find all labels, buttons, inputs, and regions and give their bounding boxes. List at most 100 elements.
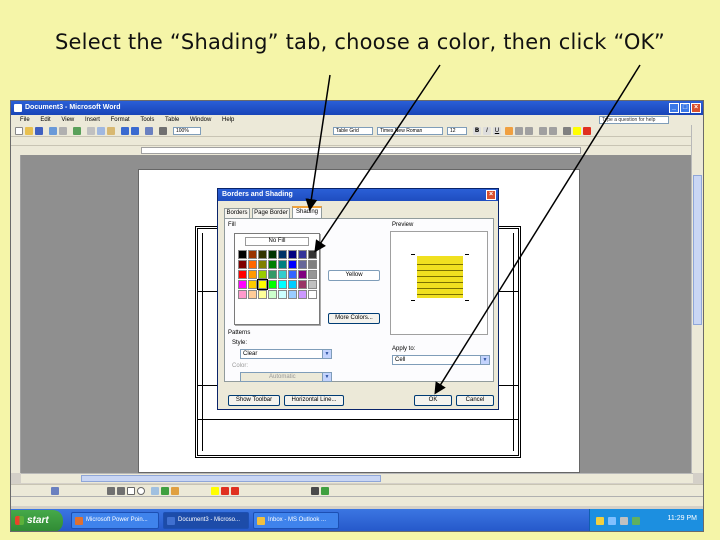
color-swatch[interactable] (308, 260, 317, 269)
save-icon[interactable] (35, 127, 43, 135)
italic-icon[interactable]: I (483, 127, 491, 135)
align-left-icon[interactable] (505, 127, 513, 135)
pattern-style-select[interactable]: Clear ▼ (240, 349, 332, 359)
font-size-select[interactable]: 12 (447, 127, 467, 135)
close-icon[interactable]: × (691, 103, 701, 113)
chevron-down-icon[interactable]: ▼ (480, 356, 489, 364)
color-swatch[interactable] (238, 250, 247, 259)
font-select[interactable]: Times New Roman (377, 127, 443, 135)
tab-page-border[interactable]: Page Border (252, 208, 290, 218)
color-swatch[interactable] (278, 260, 287, 269)
taskbar-item-powerpoint[interactable]: Microsoft Power Poin... (71, 512, 159, 529)
menu-insert[interactable]: Insert (85, 117, 100, 123)
tab-borders[interactable]: Borders (224, 208, 250, 218)
color-swatch[interactable] (248, 280, 257, 289)
color-swatch[interactable] (268, 260, 277, 269)
autoshapes-icon[interactable] (51, 487, 59, 495)
print-icon[interactable] (49, 127, 57, 135)
color-swatch[interactable] (278, 270, 287, 279)
color-swatch[interactable] (278, 280, 287, 289)
print-preview-icon[interactable] (59, 127, 67, 135)
shadow-icon[interactable] (311, 487, 319, 495)
color-swatch[interactable] (248, 250, 257, 259)
vertical-ruler[interactable] (11, 155, 21, 473)
horizontal-line-button[interactable]: Horizontal Line... (284, 395, 344, 406)
color-swatch[interactable] (288, 270, 297, 279)
color-swatch[interactable] (278, 250, 287, 259)
rectangle-icon[interactable] (127, 487, 135, 495)
wordart-icon[interactable] (161, 487, 169, 495)
scroll-thumb[interactable] (693, 175, 702, 325)
open-folder-icon[interactable] (25, 127, 33, 135)
volume-icon[interactable] (620, 517, 628, 525)
spelling-icon[interactable] (73, 127, 81, 135)
fill-color-icon[interactable] (211, 487, 219, 495)
color-swatch[interactable] (288, 290, 297, 299)
outside-border-icon[interactable] (563, 127, 571, 135)
menu-help[interactable]: Help (222, 117, 234, 123)
tab-shading[interactable]: Shading (292, 206, 322, 218)
3d-icon[interactable] (321, 487, 329, 495)
color-swatch[interactable] (308, 270, 317, 279)
color-swatch[interactable] (238, 290, 247, 299)
textbox-icon[interactable] (151, 487, 159, 495)
ok-button[interactable]: OK (414, 395, 452, 406)
chevron-down-icon[interactable]: ▼ (322, 373, 331, 381)
font-color-icon[interactable] (583, 127, 591, 135)
menu-window[interactable]: Window (190, 117, 211, 123)
help-search-input[interactable]: Type a question for help (599, 116, 669, 124)
color-swatch[interactable] (268, 290, 277, 299)
redo-icon[interactable] (131, 127, 139, 135)
start-button[interactable]: start (11, 510, 63, 531)
taskbar-item-outlook[interactable]: Inbox - MS Outlook ... (253, 512, 339, 529)
close-icon[interactable]: × (486, 190, 496, 200)
insert-table-icon[interactable] (145, 127, 153, 135)
zoom-select[interactable]: 100% (173, 127, 201, 135)
no-fill-button[interactable]: No Fill (245, 237, 309, 246)
color-swatch[interactable] (298, 280, 307, 289)
color-swatch[interactable] (248, 290, 257, 299)
align-right-icon[interactable] (525, 127, 533, 135)
color-swatch[interactable] (248, 260, 257, 269)
color-swatch[interactable] (298, 290, 307, 299)
color-swatch[interactable] (268, 280, 277, 289)
style-select[interactable]: Table Grid (333, 127, 373, 135)
bullets-icon[interactable] (549, 127, 557, 135)
pattern-color-select[interactable]: Automatic ▼ (240, 372, 332, 382)
color-swatch[interactable] (238, 260, 247, 269)
new-document-icon[interactable] (15, 127, 23, 135)
window-titlebar[interactable]: Document3 - Microsoft Word _ □ × (11, 101, 703, 115)
dialog-titlebar[interactable]: Borders and Shading × (218, 189, 498, 201)
oval-icon[interactable] (137, 487, 145, 495)
color-swatch[interactable] (248, 270, 257, 279)
menu-file[interactable]: File (20, 117, 30, 123)
color-swatch[interactable] (238, 270, 247, 279)
line-icon[interactable] (107, 487, 115, 495)
show-hide-icon[interactable] (159, 127, 167, 135)
color-swatch[interactable] (298, 260, 307, 269)
color-swatch[interactable] (268, 270, 277, 279)
color-swatch[interactable] (308, 280, 317, 289)
color-swatch[interactable] (278, 290, 287, 299)
scroll-thumb[interactable] (81, 475, 381, 482)
minimize-icon[interactable]: _ (669, 103, 679, 113)
color-swatch[interactable] (308, 250, 317, 259)
color-swatch[interactable] (288, 260, 297, 269)
menu-edit[interactable]: Edit (40, 117, 50, 123)
menu-view[interactable]: View (61, 117, 74, 123)
color-swatch[interactable] (258, 270, 267, 279)
color-swatch[interactable] (298, 270, 307, 279)
color-swatch[interactable] (288, 280, 297, 289)
show-toolbar-button[interactable]: Show Toolbar (228, 395, 280, 406)
tray-icon[interactable] (632, 517, 640, 525)
chevron-down-icon[interactable]: ▼ (322, 350, 331, 358)
vertical-scrollbar[interactable] (691, 125, 703, 473)
line-color-icon[interactable] (221, 487, 229, 495)
taskbar-item-word[interactable]: Document3 - Microso... (163, 512, 249, 529)
font-color-draw-icon[interactable] (231, 487, 239, 495)
menu-format[interactable]: Format (111, 117, 130, 123)
network-icon[interactable] (608, 517, 616, 525)
color-swatch[interactable] (258, 260, 267, 269)
color-swatch[interactable] (258, 250, 267, 259)
underline-icon[interactable]: U (493, 127, 501, 135)
